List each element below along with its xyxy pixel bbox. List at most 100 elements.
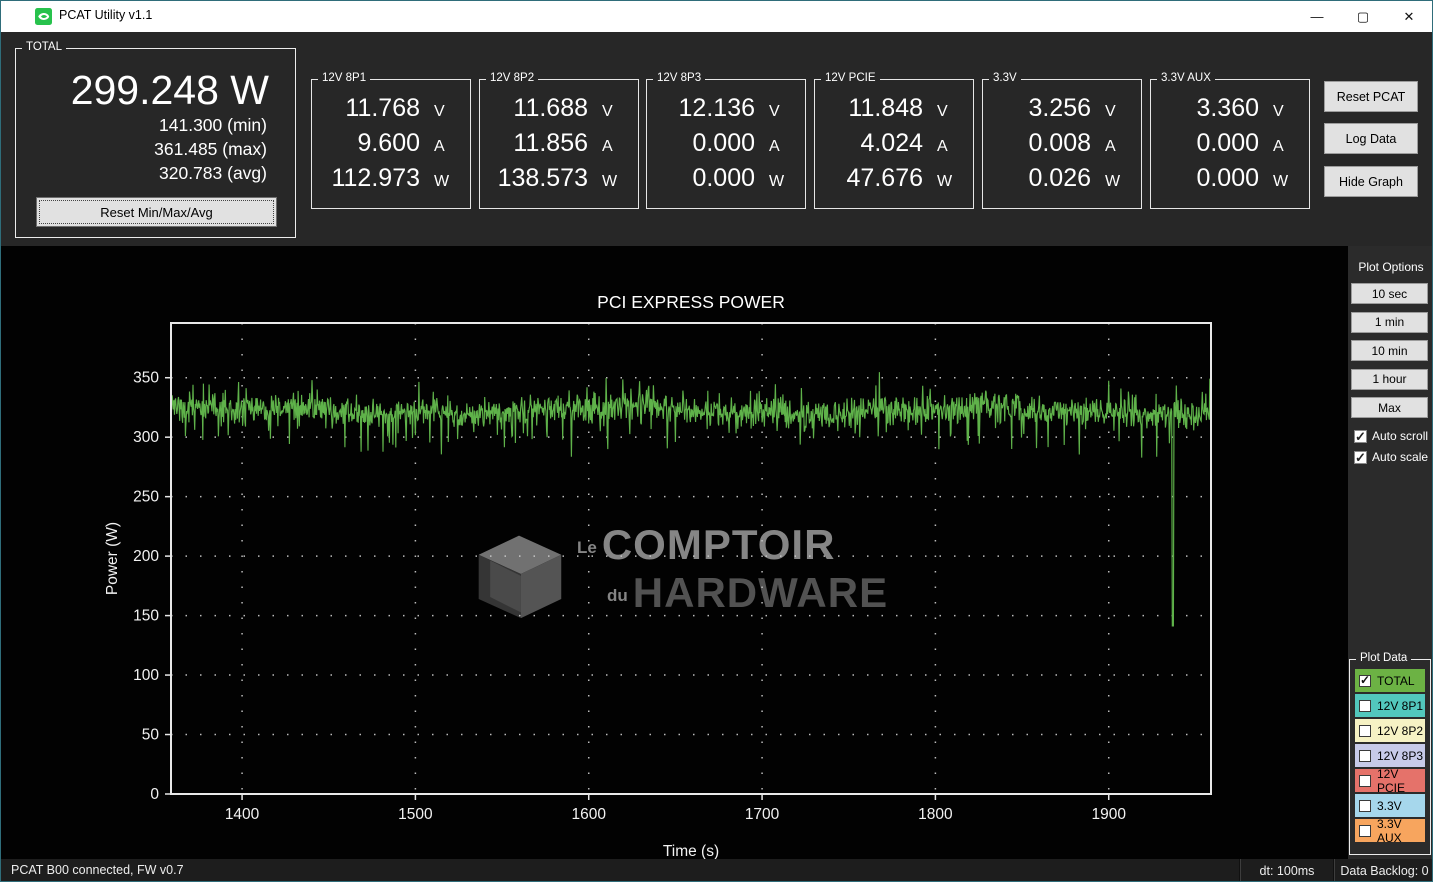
channel-amps-row: 4.024 A (815, 129, 973, 163)
reset-pcat-button[interactable]: Reset PCAT (1324, 81, 1418, 112)
hide-graph-button[interactable]: Hide Graph (1324, 166, 1418, 197)
unit-label: V (1273, 103, 1284, 120)
channel-watts-value: 47.676 (846, 164, 923, 192)
total-max: 361.485 (max) (154, 139, 267, 159)
svg-text:1900: 1900 (1091, 806, 1126, 823)
checkbox-icon[interactable] (1354, 429, 1367, 445)
channel-watts-row: 47.676 W (815, 164, 973, 198)
unit-label: W (602, 173, 618, 190)
unit-label: V (937, 103, 948, 120)
plot-range-button-1-min[interactable]: 1 min (1351, 311, 1428, 333)
svg-text:350: 350 (133, 370, 159, 387)
chart-panel: Le COMPTOIR du HARDWARE 0 50 100 150 200 250 300… (1, 246, 1348, 859)
channel-watts-value: 0.000 (1196, 164, 1259, 192)
y-axis-label: Power (W) (104, 522, 121, 595)
unit-label: V (602, 103, 613, 120)
status-bar: PCAT B00 connected, FW v0.7 dt: 100ms Da… (1, 859, 1432, 881)
plot-range-button-1-hour[interactable]: 1 hour (1351, 368, 1428, 390)
channel-volts-value: 3.256 (1028, 94, 1091, 122)
svg-text:1600: 1600 (571, 806, 606, 823)
plot-data-row-12v-8p3[interactable]: 12V 8P3 (1355, 744, 1425, 767)
channel-box-3-3v: 3.3V 3.256 V 0.008 A 0.026 W (982, 72, 1142, 209)
channel-label: 12V PCIE (821, 72, 880, 84)
checkbox-icon[interactable] (1359, 749, 1371, 762)
channel-amps-value: 0.008 (1028, 129, 1091, 157)
reset-minmaxavg-button[interactable]: Reset Min/Max/Avg (36, 197, 277, 227)
channel-volts-value: 12.136 (678, 94, 755, 122)
channel-volts-row: 11.688 V (480, 94, 638, 128)
minimize-button[interactable]: — (1294, 1, 1340, 32)
plot-data-row-12v-8p1[interactable]: 12V 8P1 (1355, 694, 1425, 717)
channel-amps-value: 11.856 (513, 129, 588, 157)
plot-data-row-label: 12V 8P2 (1377, 723, 1424, 738)
checkbox-icon[interactable] (1359, 724, 1371, 737)
checkbox-icon[interactable] (1354, 450, 1367, 466)
channel-watts-row: 0.026 W (983, 164, 1141, 198)
checkbox-icon[interactable] (1359, 774, 1371, 787)
plot-data-row-12v-pcie[interactable]: 12V PCIE (1355, 766, 1425, 795)
total-groupbox: TOTAL 299.248 W 141.300 (min) 361.485 (m… (15, 41, 296, 238)
unit-label: A (602, 138, 613, 155)
channel-amps-row: 0.000 A (647, 129, 805, 163)
svg-text:250: 250 (133, 489, 159, 506)
plot-data-row-label: 3.3V (1377, 798, 1402, 813)
svg-text:0: 0 (150, 786, 159, 803)
checkbox-icon[interactable] (1359, 699, 1371, 712)
channel-amps-value: 4.024 (860, 129, 923, 157)
plot-data-row-label: 12V PCIE (1377, 766, 1406, 795)
window-title: PCAT Utility v1.1 (59, 8, 153, 22)
plot-range-button-10-min[interactable]: 10 min (1351, 340, 1428, 361)
plot-data-row-3-3v-aux[interactable]: 3.3V AUX (1355, 816, 1425, 845)
svg-text:200: 200 (133, 548, 159, 565)
channel-label: 12V 8P1 (318, 72, 371, 84)
checkbox-icon[interactable] (1359, 673, 1371, 687)
unit-label: V (769, 103, 780, 120)
checkbox-icon[interactable] (1359, 824, 1371, 837)
plot-data-row-label: 3.3V AUX (1377, 816, 1402, 845)
checkbox-auto-scale[interactable]: Auto scale (1354, 450, 1428, 466)
log-data-button[interactable]: Log Data (1324, 123, 1418, 154)
unit-label: W (769, 173, 785, 190)
unit-label: A (434, 138, 445, 155)
plot-range-button-max[interactable]: Max (1351, 397, 1428, 418)
channel-box-3-3v-aux: 3.3V AUX 3.360 V 0.000 A 0.000 W (1150, 72, 1310, 209)
channel-watts-value: 112.973 (331, 164, 420, 192)
plot-data-row-label: 12V 8P3 (1377, 748, 1424, 763)
plot-data-row-total[interactable]: TOTAL (1355, 669, 1425, 692)
connection-status: PCAT B00 connected, FW v0.7 (11, 863, 184, 877)
unit-label: W (1105, 173, 1121, 190)
checkbox-auto-scroll[interactable]: Auto scroll (1354, 429, 1429, 445)
close-button[interactable]: ✕ (1386, 1, 1432, 32)
channel-box-12v-8p1: 12V 8P1 11.768 V 9.600 A 112.973 W (311, 72, 471, 209)
plot-data-label: Plot Data (1356, 652, 1412, 664)
channel-volts-row: 11.848 V (815, 94, 973, 128)
channel-volts-row: 3.256 V (983, 94, 1141, 128)
channel-watts-row: 0.000 W (1151, 164, 1309, 198)
maximize-button[interactable]: ▢ (1340, 1, 1386, 32)
checkbox-icon[interactable] (1359, 799, 1371, 812)
channel-watts-value: 138.573 (497, 164, 588, 192)
channel-amps-row: 9.600 A (312, 129, 470, 163)
plot-data-rows: TOTAL 12V 8P1 12V 8P2 12V 8P3 12V PCIE 3.3V 3.… (1350, 669, 1430, 845)
svg-text:1800: 1800 (918, 806, 953, 823)
total-power-value: 299.248 W (70, 67, 269, 113)
channel-box-12v-pcie: 12V PCIE 11.848 V 4.024 A 47.676 W (814, 72, 974, 209)
plot-data-row-12v-8p2[interactable]: 12V 8P2 (1355, 719, 1425, 742)
plot-range-button-10-sec[interactable]: 10 sec (1351, 283, 1428, 304)
channel-watts-row: 0.000 W (647, 164, 805, 198)
checkbox-label: Auto scroll (1372, 429, 1429, 443)
channel-volts-row: 12.136 V (647, 94, 805, 128)
plot-data-row-label: 12V 8P1 (1377, 698, 1424, 713)
svg-text:150: 150 (133, 608, 159, 625)
unit-label: W (937, 173, 953, 190)
channel-volts-value: 11.688 (513, 94, 588, 122)
channel-volts-value: 11.848 (848, 94, 923, 122)
x-axis-label: Time (s) (663, 843, 719, 859)
plot-data-groupbox: Plot Data TOTAL 12V 8P1 12V 8P2 12V 8P3 12V … (1349, 652, 1431, 855)
channel-watts-value: 0.026 (1028, 164, 1091, 192)
plot-data-row-3-3v[interactable]: 3.3V (1355, 794, 1425, 817)
unit-label: A (769, 138, 780, 155)
unit-label: A (1273, 138, 1284, 155)
channel-volts-row: 11.768 V (312, 94, 470, 128)
channel-amps-value: 9.600 (357, 129, 420, 157)
